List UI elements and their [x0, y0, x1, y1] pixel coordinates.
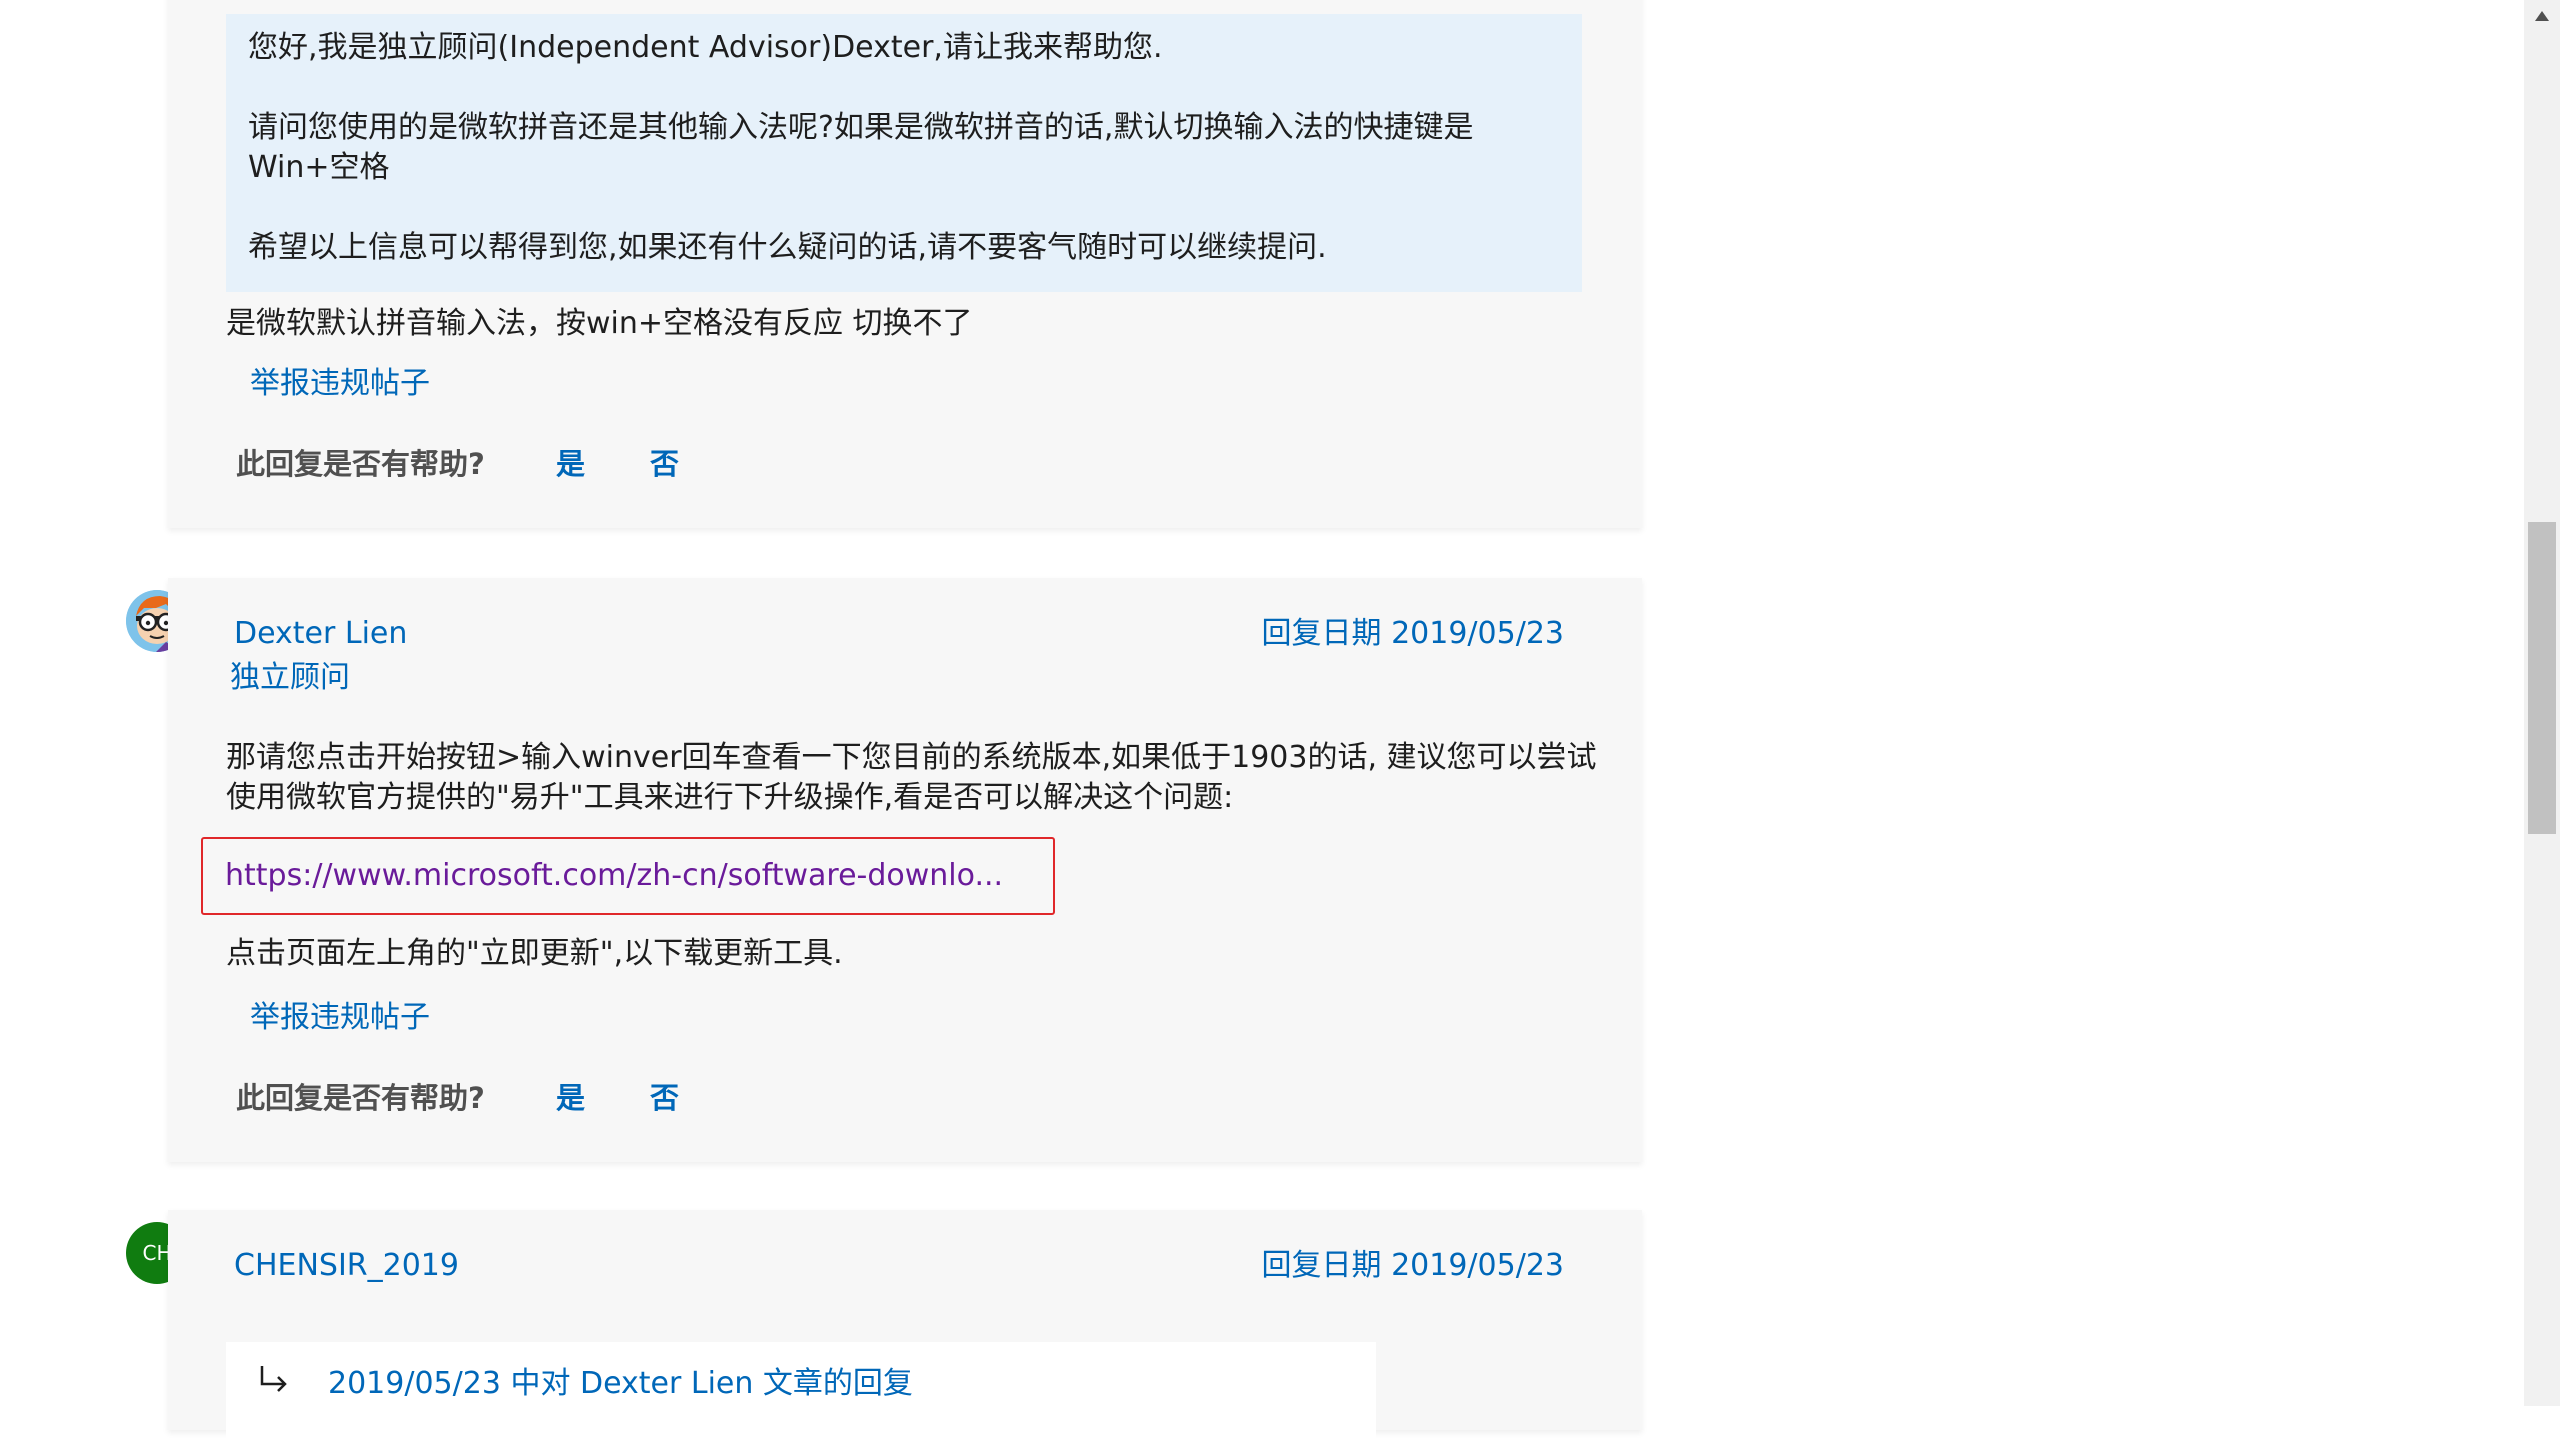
reply-date: 回复日期 2019/05/23 [1261, 616, 1564, 651]
author-role: 独立顾问 [230, 660, 350, 695]
helpful-no-button[interactable]: 否 [650, 1078, 679, 1118]
reply-date: 回复日期 2019/05/23 [1261, 1248, 1564, 1283]
highlighted-link-box: https://www.microsoft.com/zh-cn/software… [201, 837, 1055, 915]
reply-arrow-icon [256, 1362, 290, 1405]
scroll-up-arrow-icon[interactable] [2524, 0, 2560, 34]
report-post-link[interactable]: 举报违规帖子 [250, 998, 430, 1038]
reply-body-line: 点击页面左上角的"立即更新",以下载更新工具. [226, 936, 843, 971]
reply-card-2: Dexter Lien 独立顾问 回复日期 2019/05/23 那请您点击开始… [168, 578, 1642, 1162]
reply-body: 是微软默认拼音输入法，按win+空格没有反应 切换不了 [226, 306, 973, 341]
author-name[interactable]: Dexter Lien [234, 614, 407, 654]
download-link[interactable]: https://www.microsoft.com/zh-cn/software… [225, 856, 1003, 896]
quote-paragraph: 请问您使用的是微软拼音还是其他输入法呢?如果是微软拼音的话,默认切换输入法的快捷… [248, 110, 1474, 185]
quote-paragraph: 希望以上信息可以帮得到您,如果还有什么疑问的话,请不要客气随时可以继续提问. [248, 230, 1327, 265]
report-post-link[interactable]: 举报违规帖子 [250, 364, 430, 404]
author-name[interactable]: CHENSIR_2019 [234, 1246, 459, 1286]
quoted-reply: 您好,我是独立顾问(Independent Advisor)Dexter,请让我… [226, 14, 1582, 292]
reply-reference: 2019/05/23 中对 Dexter Lien 文章的回复 [226, 1342, 1376, 1452]
helpful-yes-button[interactable]: 是 [556, 444, 585, 484]
reply-body-line: 那请您点击开始按钮>输入winver回车查看一下您目前的系统版本,如果低于190… [226, 740, 1597, 775]
helpful-no-button[interactable]: 否 [650, 444, 679, 484]
vertical-scrollbar[interactable] [2524, 0, 2560, 1406]
scrollbar-thumb[interactable] [2528, 522, 2556, 834]
reply-body-line: 使用微软官方提供的"易升"工具来进行下升级操作,看是否可以解决这个问题: [226, 780, 1234, 815]
helpful-question: 此回复是否有帮助? [236, 1081, 485, 1115]
reply-card-1: 您好,我是独立顾问(Independent Advisor)Dexter,请让我… [168, 0, 1642, 528]
helpful-question: 此回复是否有帮助? [236, 447, 485, 481]
reply-card-3: CHENSIR_2019 回复日期 2019/05/23 2019/05/23 … [168, 1210, 1642, 1452]
quote-paragraph: 您好,我是独立顾问(Independent Advisor)Dexter,请让我… [248, 30, 1163, 65]
helpful-yes-button[interactable]: 是 [556, 1078, 585, 1118]
reply-reference-link[interactable]: 2019/05/23 中对 Dexter Lien 文章的回复 [328, 1364, 913, 1404]
